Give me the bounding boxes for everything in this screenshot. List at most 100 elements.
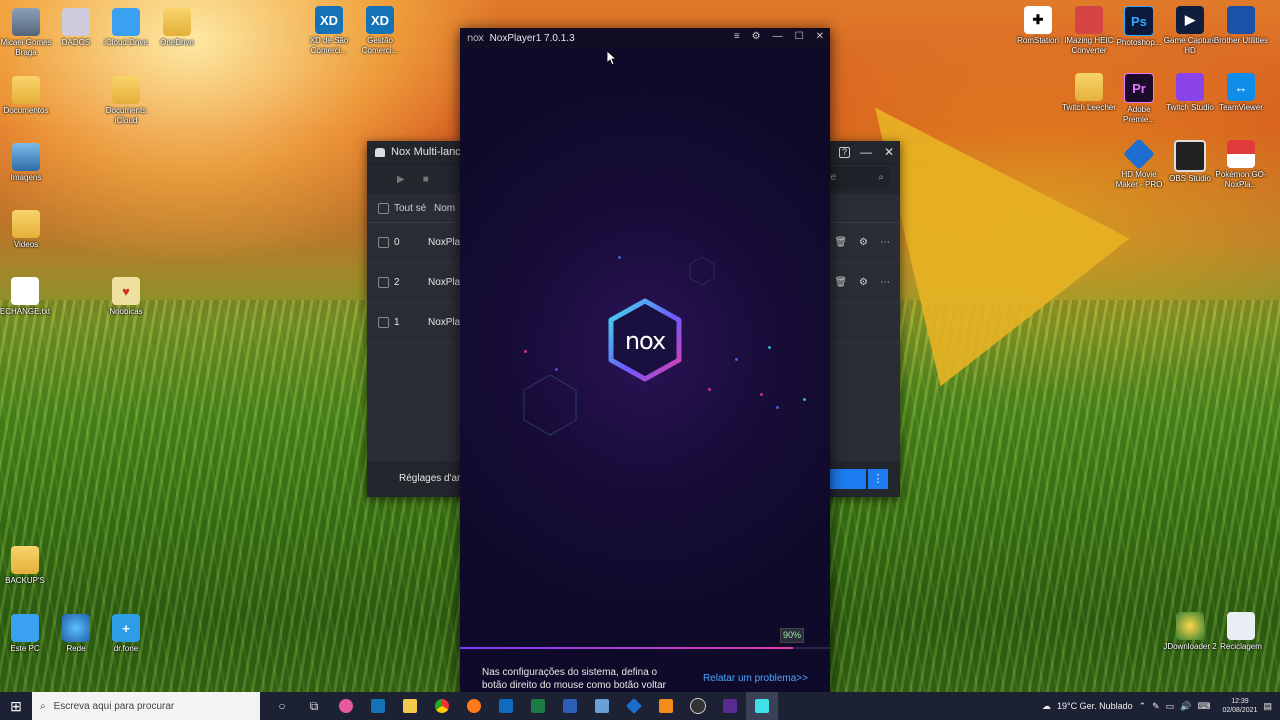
desktop-icon-onedrive[interactable]: OneDrive xyxy=(149,8,205,48)
desktop-icon-romstation[interactable]: ✚ RomStation xyxy=(1010,6,1066,46)
windows-start-icon[interactable]: ⊞ xyxy=(0,698,32,715)
select-all-checkbox[interactable] xyxy=(378,202,389,214)
desktop-icon-documentos[interactable]: Documentos xyxy=(0,76,54,116)
brother-icon xyxy=(1227,6,1255,34)
excel-icon[interactable] xyxy=(522,692,554,720)
multi-minimize-button[interactable]: — xyxy=(860,145,872,159)
system-tray: ☁ 19°C Ger. Nublado ⌃ ✎ ▭ 🔊 ⌨ 12:39 02/0… xyxy=(1042,692,1272,720)
multi-close-button[interactable]: ✕ xyxy=(884,145,894,159)
taskbar: ⊞ ⌕ Escreva aqui para procurar ○ ⧉ ☁ 19°… xyxy=(0,692,1280,720)
instance-name: NoxPla xyxy=(428,317,461,328)
decor-hexagon xyxy=(523,374,577,436)
file-explorer-icon[interactable] xyxy=(394,692,426,720)
network-icon xyxy=(62,614,90,642)
obs-taskbar-icon[interactable] xyxy=(682,692,714,720)
video-icon xyxy=(12,210,40,238)
close-icon[interactable]: ✕ xyxy=(816,31,824,42)
desktop-icon-drfone[interactable]: + dr.fone xyxy=(98,614,154,654)
desktop-icon-dados[interactable]: DADOS xyxy=(48,8,104,48)
desktop-icon-imazing[interactable]: iMazing HEIC Converter xyxy=(1061,6,1117,56)
desktop-icon-obs[interactable]: OBS Studio xyxy=(1162,140,1218,184)
teamviewer-icon: ↔ xyxy=(1227,73,1255,101)
desktop-icon-twitch-leecher[interactable]: Twitch Leecher xyxy=(1061,73,1117,113)
help-button[interactable]: ? xyxy=(838,147,850,158)
cloud-icon xyxy=(112,8,140,36)
desktop-icon-echange[interactable]: ECHANGE.txt xyxy=(0,277,53,317)
desktop-icon-premiere[interactable]: Pr Adobe Premie... xyxy=(1111,73,1167,125)
col-select-all: Tout sé xyxy=(394,202,427,214)
volume-icon[interactable]: 🔊 xyxy=(1180,701,1191,712)
play-icon[interactable]: ▶ xyxy=(397,174,405,185)
desktop-icon-noobicas[interactable]: ♥ Noobicas xyxy=(98,277,154,317)
desktop-icon-este-pc[interactable]: Este PC xyxy=(0,614,53,654)
chevron-up-icon[interactable]: ⌃ xyxy=(1139,701,1147,712)
more-icon[interactable]: ⋯ xyxy=(880,277,890,288)
delete-icon[interactable]: 🗑 xyxy=(834,277,847,288)
desktop-icon-twitch-studio[interactable]: Twitch Studio xyxy=(1162,73,1218,113)
taskbar-search-input[interactable]: ⌕ Escreva aqui para procurar xyxy=(32,692,260,720)
more-icon[interactable]: ⋯ xyxy=(880,237,890,248)
desktop-icon-hd-movie-maker[interactable]: HD Movie Maker - PRO xyxy=(1111,138,1167,190)
twitch-studio-icon xyxy=(1176,73,1204,101)
nox-multi-taskbar-icon[interactable] xyxy=(714,692,746,720)
network-icon[interactable]: ▭ xyxy=(1166,701,1175,712)
desktop-icon-backups[interactable]: BACKUP'S xyxy=(0,546,53,586)
task-view-icon[interactable]: ⧉ xyxy=(298,692,330,720)
row-checkbox[interactable] xyxy=(378,317,389,328)
multi-title: Nox Multi-lanc xyxy=(391,146,461,158)
more-options-button[interactable]: ⋮ xyxy=(868,469,888,489)
gear-icon[interactable]: ⚙ xyxy=(859,237,868,248)
weather-icon[interactable]: ☁ xyxy=(1042,701,1051,712)
maximize-icon[interactable]: ☐ xyxy=(795,31,804,42)
desktop-icon-imagens[interactable]: Imagens xyxy=(0,143,54,183)
pictures-icon xyxy=(12,143,40,171)
desktop-icon-xd-sao[interactable]: XD XD de São Comerci... xyxy=(301,6,357,56)
desktop-icon-recycle-bin[interactable]: Reciclagem xyxy=(1213,612,1269,652)
desktop-icon-game-capture[interactable]: ▶ Game Capture HD xyxy=(1162,6,1218,56)
nox-titlebar[interactable]: nox NoxPlayer1 7.0.1.3 ≡ ⚙ — ☐ ✕ xyxy=(460,28,830,48)
desktop-icon-jdownloader[interactable]: JDownloader 2 xyxy=(1162,612,1218,652)
cortana-icon[interactable]: ○ xyxy=(266,692,298,720)
report-problem-link[interactable]: Relatar um problema>> xyxy=(703,673,808,684)
desktop-icon-photoshop[interactable]: Ps Photoshop... xyxy=(1111,6,1167,48)
svg-text:nox: nox xyxy=(625,327,666,355)
nox-title: NoxPlayer1 7.0.1.3 xyxy=(489,32,575,44)
desktop-icon-documents-icloud[interactable]: Documents iCloud xyxy=(98,76,154,126)
desktop-icon-pokemon-go[interactable]: Pokémon GO-NoxPla... xyxy=(1213,140,1269,190)
desktop-icon-icloud-drive[interactable]: iCloud Drive xyxy=(98,8,154,48)
chrome-icon[interactable] xyxy=(426,692,458,720)
outlook-icon[interactable] xyxy=(490,692,522,720)
romstation-icon: ✚ xyxy=(1024,6,1052,34)
weather-text[interactable]: 19°C Ger. Nublado xyxy=(1057,701,1133,711)
pokeball-icon xyxy=(1227,140,1255,168)
settings-link[interactable]: Réglages d'ar xyxy=(399,473,460,484)
obs-icon xyxy=(1174,140,1206,172)
desktop-icon-videos[interactable]: Videos xyxy=(0,210,54,250)
gear-icon[interactable]: ⚙ xyxy=(752,31,761,42)
itunes-icon[interactable] xyxy=(330,692,362,720)
desktop-icon-rede[interactable]: Rede xyxy=(48,614,104,654)
desktop-icon-brother[interactable]: Brother Utilities xyxy=(1213,6,1269,46)
desktop-icon-user[interactable]: Micael Gomes Braga xyxy=(0,8,54,58)
row-checkbox[interactable] xyxy=(378,237,389,248)
gear-icon[interactable]: ⚙ xyxy=(859,277,868,288)
minimize-icon[interactable]: — xyxy=(773,31,783,42)
vlc-icon[interactable] xyxy=(650,692,682,720)
nox-taskbar-icon[interactable] xyxy=(746,692,778,720)
desktop-icon-teamviewer[interactable]: ↔ TeamViewer xyxy=(1213,73,1269,113)
keyboard-icon[interactable]: ⌨ xyxy=(1197,701,1210,712)
notifications-icon[interactable]: ▤ xyxy=(1263,701,1272,712)
firefox-icon[interactable] xyxy=(458,692,490,720)
clock[interactable]: 12:39 02/08/2021 xyxy=(1222,697,1257,715)
stop-icon[interactable]: ■ xyxy=(423,174,429,185)
desktop-icon-gestao[interactable]: XD Gestão Comerci... xyxy=(352,6,408,56)
delete-icon[interactable]: 🗑 xyxy=(834,237,847,248)
xd-taskbar-icon[interactable] xyxy=(362,692,394,720)
app-icon[interactable] xyxy=(586,692,618,720)
menu-icon[interactable]: ≡ xyxy=(734,31,740,42)
pen-icon[interactable]: ✎ xyxy=(1152,701,1160,712)
word-icon[interactable] xyxy=(554,692,586,720)
person-icon xyxy=(12,8,40,36)
row-checkbox[interactable] xyxy=(378,277,389,288)
movie-maker-taskbar-icon[interactable] xyxy=(618,692,650,720)
